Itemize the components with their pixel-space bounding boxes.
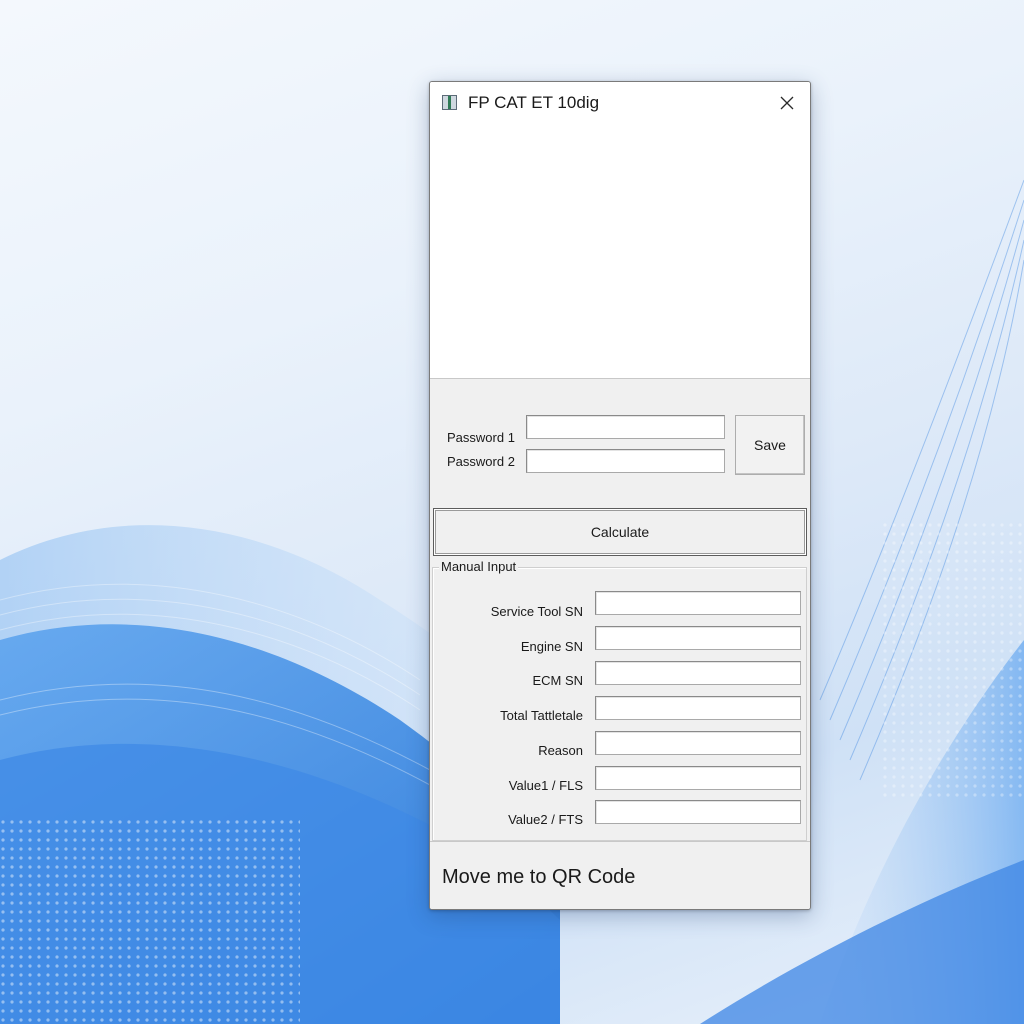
manual-input-group: Manual Input Service Tool SN Engine SN E… (432, 559, 807, 841)
manual-input-title: Manual Input (439, 559, 519, 574)
service-tool-sn-field[interactable] (595, 591, 801, 615)
total-tattletale-field[interactable] (595, 696, 801, 720)
preview-panel (430, 124, 810, 379)
save-button[interactable]: Save (735, 415, 805, 475)
service-tool-sn-label: Service Tool SN (490, 604, 583, 619)
app-icon (442, 95, 457, 110)
password1-label: Password 1 (447, 430, 515, 445)
app-window: FP CAT ET 10dig Password 1 Password 2 Sa… (429, 81, 811, 910)
password2-label: Password 2 (447, 454, 515, 469)
qr-drag-area[interactable]: Move me to QR Code (430, 841, 810, 909)
calculate-button[interactable]: Calculate (433, 508, 807, 556)
close-button[interactable] (772, 88, 802, 118)
window-title: FP CAT ET 10dig (468, 93, 600, 112)
title-bar[interactable]: FP CAT ET 10dig (430, 82, 810, 124)
total-tattletale-label: Total Tattletale (500, 708, 583, 723)
ecm-sn-field[interactable] (595, 661, 801, 685)
close-icon (780, 96, 794, 110)
password2-field[interactable] (526, 449, 725, 473)
value1-fls-field[interactable] (595, 766, 801, 790)
value1-fls-label: Value1 / FLS (508, 778, 583, 793)
ecm-sn-label: ECM SN (532, 673, 583, 688)
value2-fts-label: Value2 / FTS (508, 812, 583, 827)
qr-hint-label: Move me to QR Code (442, 866, 636, 888)
engine-sn-field[interactable] (595, 626, 801, 650)
engine-sn-label: Engine SN (520, 639, 583, 654)
reason-label: Reason (538, 743, 583, 758)
value2-fts-field[interactable] (595, 800, 801, 824)
password1-field[interactable] (526, 415, 725, 439)
reason-field[interactable] (595, 731, 801, 755)
